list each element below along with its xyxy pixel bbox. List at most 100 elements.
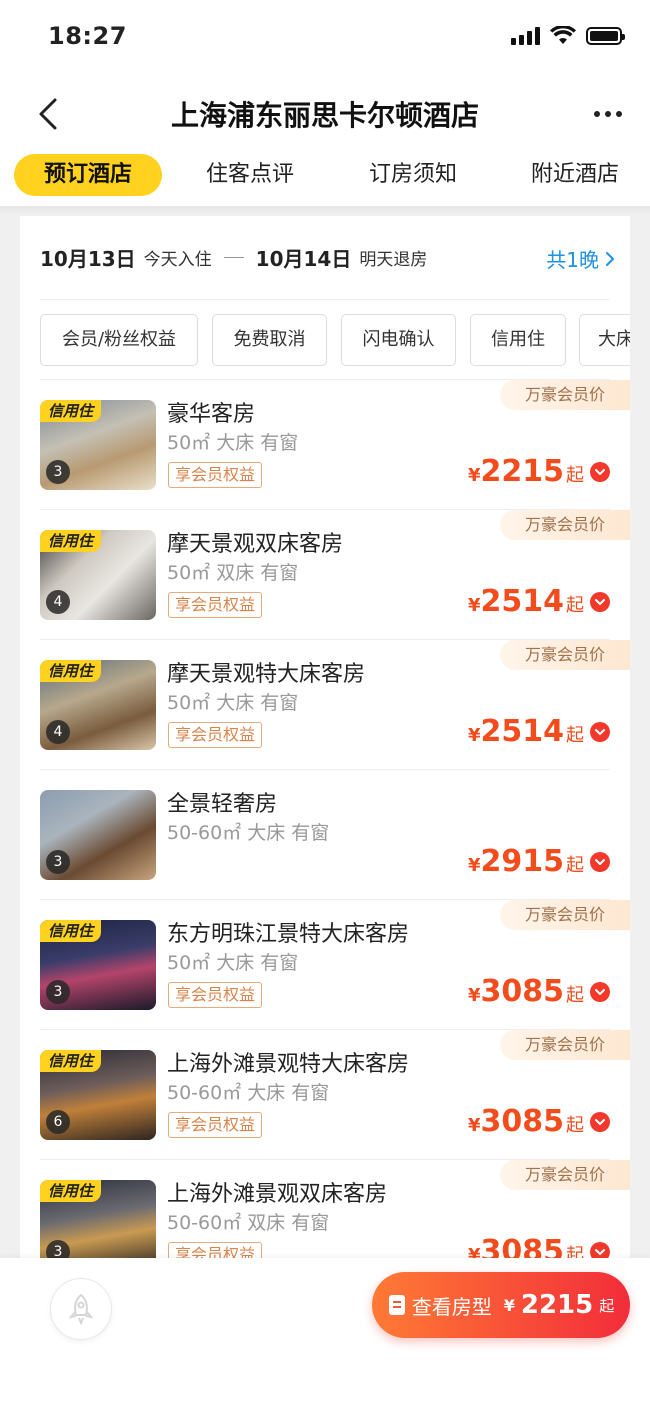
chevron-right-icon	[606, 251, 614, 266]
expand-icon	[590, 461, 610, 482]
bottom-bar: 查看房型 ¥ 2215 起	[0, 1258, 650, 1406]
rocket-icon	[68, 1293, 94, 1325]
room-price[interactable]: ¥ 2915 起	[468, 844, 610, 879]
date-selector[interactable]: 10月13日 今天入住 10月14日 明天退房 共1晚	[40, 242, 615, 272]
signal-icon	[511, 27, 540, 45]
expand-icon	[590, 721, 610, 742]
document-icon	[388, 1295, 405, 1315]
price-amount: 3085	[480, 1104, 565, 1139]
cta-price: 2215	[520, 1290, 594, 1320]
member-perk-tag: 享会员权益	[168, 462, 263, 488]
room-photo[interactable]: 信用住 3	[40, 1180, 156, 1270]
room-row[interactable]: 信用住 3 东方明珠江景特大床客房 50㎡ 大床 有窗享会员权益 万豪会员价 ¥ 30…	[20, 900, 630, 1030]
price-amount: 2215	[480, 454, 565, 489]
filter-instant-confirm[interactable]: 闪电确认	[341, 314, 456, 366]
room-row[interactable]: 信用住 4 摩天景观特大床客房 50㎡ 大床 有窗享会员权益 万豪会员价 ¥ 2514…	[20, 640, 630, 770]
room-photo[interactable]: 信用住 3	[40, 920, 156, 1010]
photo-count-badge: 3	[46, 850, 70, 874]
room-name: 全景轻奢房	[167, 792, 278, 817]
price-currency: ¥	[467, 985, 481, 1006]
tab-reviews[interactable]: 住客点评	[180, 154, 320, 196]
tab-nearby-hotels[interactable]: 附近酒店	[505, 154, 645, 196]
filter-member-perks[interactable]: 会员/粉丝权益	[40, 314, 198, 366]
room-info: 50㎡ 大床 有窗	[167, 952, 299, 974]
photo-count-badge: 6	[46, 1110, 70, 1134]
price-amount: 2915	[480, 844, 565, 879]
more-dots-icon	[594, 111, 600, 117]
price-currency: ¥	[467, 1115, 481, 1136]
member-price-tag: 万豪会员价	[500, 1030, 630, 1060]
room-photo[interactable]: 信用住 4	[40, 660, 156, 750]
credit-stay-badge: 信用住	[40, 1050, 102, 1072]
room-photo[interactable]: 信用住 4	[40, 530, 156, 620]
filter-king-bed[interactable]: 大床	[579, 314, 630, 366]
filter-free-cancel[interactable]: 免费取消	[212, 314, 327, 366]
status-bar: 18:27	[0, 0, 650, 80]
price-amount: 2514	[480, 714, 565, 749]
expand-icon	[590, 851, 610, 872]
room-info: 50-60㎡ 双床 有窗	[167, 1212, 330, 1234]
price-from: 起	[566, 1115, 584, 1136]
price-currency: ¥	[467, 595, 481, 616]
more-button[interactable]	[586, 94, 630, 134]
price-from: 起	[566, 725, 584, 746]
member-price-tag: 万豪会员价	[500, 900, 630, 930]
member-price-tag: 万豪会员价	[500, 510, 630, 540]
status-icons	[511, 26, 625, 46]
room-row[interactable]: 信用住 3 豪华客房 50㎡ 大床 有窗 享会员权益 万豪会员价 ¥ 2215 起	[20, 380, 630, 510]
view-room-types-button[interactable]: 查看房型 ¥ 2215 起	[372, 1272, 630, 1338]
room-price[interactable]: ¥ 2514 起	[468, 714, 610, 749]
room-name: 上海外滩景观特大床客房	[167, 1052, 410, 1077]
credit-stay-badge: 信用住	[40, 660, 102, 682]
room-name: 摩天景观双床客房	[167, 532, 344, 557]
wifi-icon	[550, 26, 576, 44]
price-currency: ¥	[467, 465, 481, 486]
price-from: 起	[566, 465, 584, 486]
checkin-label: 今天入住	[143, 249, 212, 270]
battery-icon	[586, 27, 625, 45]
room-price[interactable]: ¥ 3085 起	[468, 974, 610, 1009]
member-perk-tag: 享会员权益	[168, 1112, 263, 1138]
nav-bar: 上海浦东丽思卡尔顿酒店	[0, 80, 650, 146]
cta-currency: ¥	[503, 1295, 515, 1315]
room-photo[interactable]: 信用住 6	[40, 1050, 156, 1140]
price-from: 起	[566, 855, 584, 876]
page-title: 上海浦东丽思卡尔顿酒店	[170, 99, 479, 132]
member-perk-tag: 享会员权益	[168, 982, 263, 1008]
room-price[interactable]: ¥ 2514 起	[468, 584, 610, 619]
room-name: 东方明珠江景特大床客房	[167, 922, 410, 947]
tab-booking-notice[interactable]: 订房须知	[343, 154, 483, 196]
price-currency: ¥	[467, 855, 481, 876]
rocket-button[interactable]	[50, 1278, 112, 1340]
member-price-tag: 万豪会员价	[500, 380, 630, 410]
status-time: 18:27	[48, 22, 127, 50]
nights-count[interactable]: 共1晚	[546, 244, 615, 273]
price-from: 起	[566, 985, 584, 1006]
checkin-date: 10月13日	[40, 246, 136, 271]
cta-from: 起	[599, 1296, 615, 1315]
member-price-tag: 万豪会员价	[500, 640, 630, 670]
tab-book-hotel[interactable]: 预订酒店	[14, 154, 162, 196]
photo-count-badge: 4	[46, 590, 70, 614]
room-price[interactable]: ¥ 3085 起	[468, 1104, 610, 1139]
room-row[interactable]: 信用住 6 上海外滩景观特大床客房 50-60㎡ 大床 有窗享会员权益 万豪会员价 ¥…	[20, 1030, 630, 1160]
room-row[interactable]: 3 全景轻奢房 50-60㎡ 大床 有窗 ¥ 2915 起	[20, 770, 630, 900]
credit-stay-badge: 信用住	[40, 400, 102, 422]
room-price[interactable]: ¥ 2215 起	[468, 454, 610, 489]
room-info: 50-60㎡ 大床 有窗	[167, 1082, 330, 1104]
price-currency: ¥	[467, 725, 481, 746]
photo-count-badge: 3	[46, 460, 70, 484]
member-perk-tag: 享会员权益	[168, 592, 263, 618]
price-from: 起	[566, 595, 584, 616]
room-photo[interactable]: 信用住 3	[40, 400, 156, 490]
member-perk-tag: 享会员权益	[168, 722, 263, 748]
room-info: 50㎡ 大床 有窗	[167, 692, 299, 714]
price-amount: 2514	[480, 584, 565, 619]
expand-icon	[590, 1111, 610, 1132]
room-list-card: 10月13日 今天入住 10月14日 明天退房 共1晚 会员/粉丝权益 免费取消…	[20, 216, 630, 1276]
room-name: 摩天景观特大床客房	[167, 662, 366, 687]
room-photo[interactable]: 3	[40, 790, 156, 880]
room-info: 50㎡ 双床 有窗	[167, 562, 299, 584]
filter-credit-stay[interactable]: 信用住	[470, 314, 566, 366]
room-row[interactable]: 信用住 4 摩天景观双床客房 50㎡ 双床 有窗享会员权益 万豪会员价 ¥ 2514 …	[20, 510, 630, 640]
